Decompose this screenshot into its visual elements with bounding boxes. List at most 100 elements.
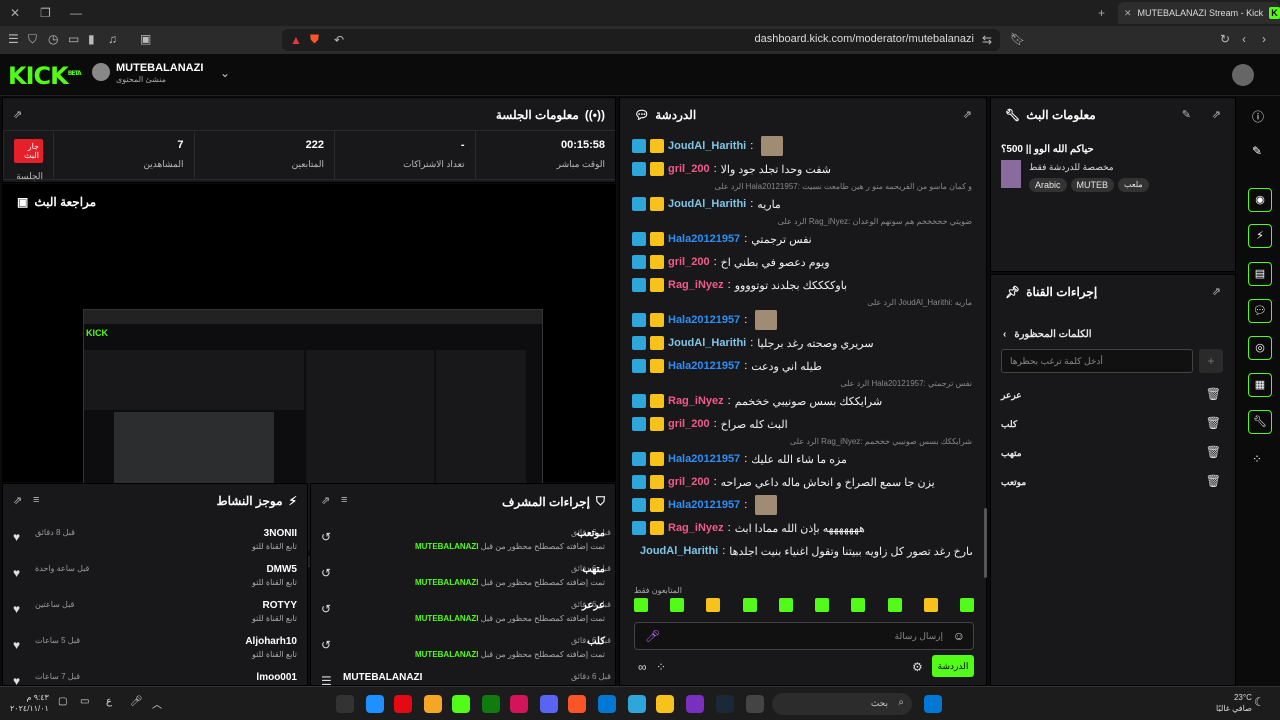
info-icon[interactable]: ⓘ <box>1252 108 1264 125</box>
chevron-left-icon[interactable]: ‹ <box>1003 329 1006 340</box>
trash-icon[interactable]: 🗑︎ <box>1206 416 1221 430</box>
chevron-down-icon[interactable]: ⌄ <box>220 66 230 80</box>
chat-message[interactable]: JoudAl_Harithi: سريري وصحته رغد برجليا <box>632 333 972 353</box>
task-view-icon[interactable] <box>746 695 764 713</box>
emote-icon[interactable] <box>706 598 721 612</box>
chat-username[interactable]: Rag_iNyez <box>668 395 724 407</box>
steam-icon[interactable] <box>716 695 734 713</box>
chat-message[interactable]: gril_200: البث كله صراخ <box>632 414 972 434</box>
chat-message[interactable]: Rag_iNyez: شرايككك بسس صونيبي خخخمم <box>632 391 972 411</box>
chat-message[interactable]: gril_200: شفت وحدا تجلد جود والا <box>632 159 972 179</box>
chat-username[interactable]: Hala20121957 <box>668 453 740 465</box>
chat-username[interactable]: gril_200 <box>668 256 710 268</box>
search-box[interactable]: بحث ⌕ <box>772 693 912 715</box>
emote-icon[interactable] <box>851 598 866 612</box>
chat-username[interactable]: JoudAl_Harithi <box>668 140 746 152</box>
chat-message[interactable]: gril_200: يزن جا سمع الصراخ و انحاش ماله … <box>632 472 972 492</box>
preview-tool-icon[interactable]: ◉ <box>1248 188 1272 212</box>
brave-rewards-icon[interactable]: ▲ <box>290 33 302 47</box>
weather[interactable]: 23°C صافي غالبًا <box>1216 692 1252 714</box>
clock[interactable]: ٩:٤٣ م ٢٠٢٤/١١/٠١ <box>10 692 49 714</box>
chat-message[interactable]: Hala20121957: مزه ما شاء الله عليك <box>632 449 972 469</box>
trash-icon[interactable]: 🗑︎ <box>1206 445 1221 459</box>
close-window-icon[interactable]: ✕ <box>10 6 20 20</box>
settings-gear-icon[interactable]: ⚙ <box>912 660 923 674</box>
chat-username[interactable]: JoudAl_Harithi <box>640 545 718 557</box>
trash-icon[interactable]: 🗑︎ <box>1206 387 1221 401</box>
chevron-up-icon[interactable]: ︿ <box>152 696 162 711</box>
popout-icon[interactable]: ⇗ <box>1212 285 1221 298</box>
document-tool-icon[interactable]: ▤ <box>1248 262 1272 286</box>
chat-username[interactable]: Rag_iNyez <box>668 522 724 534</box>
chat-scrollbar[interactable] <box>984 508 987 578</box>
chat-username[interactable]: JoudAl_Harithi <box>668 198 746 210</box>
language-indicator[interactable]: ع <box>106 696 112 707</box>
chat-username[interactable]: Hala20121957 <box>668 233 740 245</box>
emote-icon[interactable] <box>778 598 793 612</box>
popout-icon[interactable]: ⇗ <box>321 494 330 507</box>
undo-icon[interactable]: ↺ <box>321 566 331 580</box>
chat-message[interactable]: JoudAl_Harithi:انا البث كله وانا اصارخ ر… <box>632 541 972 561</box>
new-tab-icon[interactable]: + <box>1098 6 1105 20</box>
netflix-icon[interactable] <box>394 695 412 713</box>
emote-icon[interactable] <box>670 598 685 612</box>
file-explorer-icon[interactable] <box>656 695 674 713</box>
chat-message[interactable]: Hala20121957: <box>632 310 972 330</box>
restore-window-icon[interactable]: ❐ <box>40 6 51 20</box>
chat-username[interactable]: Hala20121957 <box>668 314 740 326</box>
close-tab-icon[interactable]: ✕ <box>1124 8 1132 19</box>
app-icon[interactable] <box>686 695 704 713</box>
sidebar-icon[interactable]: ▮ <box>88 32 95 46</box>
windows-start-icon[interactable] <box>924 695 942 713</box>
emoji-icon[interactable]: ☺ <box>953 629 965 643</box>
chat-username[interactable]: Rag_iNyez <box>668 279 724 291</box>
chat-message[interactable]: JoudAl_Harithi: ماريه <box>632 194 972 214</box>
dots-icon[interactable]: ⁘ <box>1252 452 1262 466</box>
emote-icon[interactable] <box>634 598 648 612</box>
store-icon[interactable] <box>598 695 616 713</box>
wallet-icon[interactable]: ▣ <box>140 32 151 46</box>
notification-icon[interactable]: ▢ <box>58 696 67 707</box>
brave-icon[interactable] <box>568 695 586 713</box>
popout-icon[interactable]: ⇗ <box>963 108 972 121</box>
app-icon[interactable] <box>366 695 384 713</box>
history-icon[interactable]: ◷ <box>48 32 58 46</box>
microphone-icon[interactable]: 🎤︎ <box>645 629 660 643</box>
chat-message[interactable]: Hala20121957: <box>632 495 972 515</box>
app-icon[interactable] <box>424 695 442 713</box>
user-avatar[interactable] <box>1232 64 1254 86</box>
shield-icon[interactable]: ⛉ <box>28 32 37 47</box>
popout-icon[interactable]: ⇗ <box>1212 108 1221 121</box>
chat-username[interactable]: Hala20121957 <box>668 499 740 511</box>
undo-icon[interactable]: ↺ <box>321 530 331 544</box>
app-icon[interactable] <box>510 695 528 713</box>
mod-tool-icon[interactable]: ▦ <box>1248 373 1272 397</box>
chat-username[interactable]: Hala20121957 <box>668 360 740 372</box>
site-settings-icon[interactable]: ⇆ <box>982 33 992 47</box>
add-word-button[interactable]: + <box>1199 349 1223 373</box>
chat-message[interactable]: gril_200: ويوم دعصو في بطني اخ <box>632 252 972 272</box>
chat-tool-icon[interactable]: 💬︎ <box>1248 299 1272 323</box>
menu-icon[interactable]: ☰ <box>8 32 19 46</box>
minimize-window-icon[interactable]: — <box>70 6 82 20</box>
emote-icon[interactable] <box>742 598 757 612</box>
kick-logo[interactable]: KICKBETA <box>8 62 82 90</box>
dots-icon[interactable]: ⁘ <box>656 660 666 674</box>
chat-input[interactable]: 🎤︎ إرسال رسالة ☺ <box>634 622 974 650</box>
chat-message[interactable]: Hala20121957: نفس ترجمتي <box>632 229 972 249</box>
send-chat-button[interactable]: الدردشة <box>932 655 974 677</box>
emote-icon[interactable] <box>887 598 902 612</box>
tabs-icon[interactable]: ▭ <box>68 32 79 46</box>
chat-message[interactable]: Rag_iNyez: هههههههه بإذن الله ممادا ابث <box>632 518 972 538</box>
activity-tool-icon[interactable]: ⚡︎ <box>1248 224 1272 248</box>
microphone-icon[interactable]: 🎤︎ <box>130 696 143 707</box>
chat-message[interactable]: Hala20121957: طيله اني ودعت <box>632 356 972 376</box>
undo-icon[interactable]: ↺ <box>321 638 331 652</box>
wrench-tool-icon[interactable]: 🔧︎ <box>1248 410 1272 434</box>
popout-icon[interactable]: ⇗ <box>13 494 22 507</box>
live-tool-icon[interactable]: ◎ <box>1248 336 1272 360</box>
emote-icon[interactable] <box>959 598 974 612</box>
undo-icon[interactable]: ↺ <box>321 602 331 616</box>
chat-message[interactable]: JoudAl_Harithi: <box>632 136 972 156</box>
brave-shield-icon[interactable]: ⛊ <box>310 32 319 47</box>
